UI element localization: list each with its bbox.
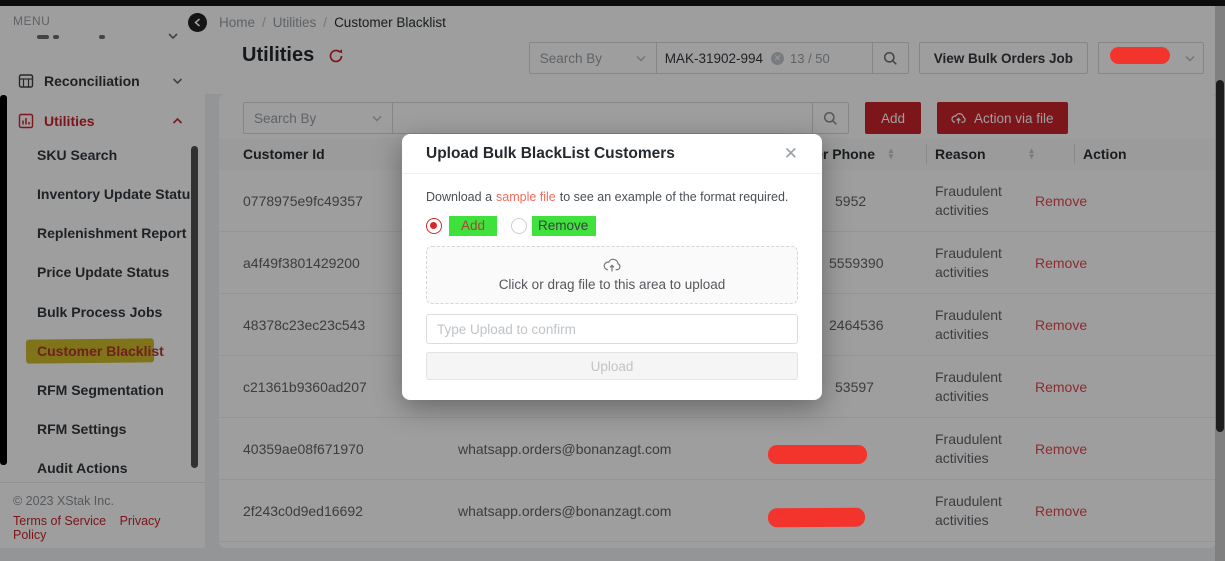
mode-radio-group: Add Remove bbox=[426, 216, 798, 236]
add-radio-label[interactable]: Add bbox=[449, 216, 497, 236]
modal-title: Upload Bulk BlackList Customers bbox=[426, 145, 675, 163]
dropzone-text: Click or drag file to this area to uploa… bbox=[499, 277, 726, 292]
screen-top-strip bbox=[0, 0, 1225, 6]
upload-cloud-icon bbox=[603, 258, 621, 273]
redaction-bar bbox=[1110, 47, 1170, 64]
redaction-bar bbox=[768, 508, 865, 528]
download-sample-text: Download asample fileto see an example o… bbox=[426, 190, 798, 204]
upload-bulk-blacklist-modal: Upload Bulk BlackList Customers ✕ Downlo… bbox=[402, 134, 822, 400]
sample-file-link[interactable]: sample file bbox=[496, 190, 556, 204]
upload-confirm-input[interactable] bbox=[426, 314, 798, 344]
app-root: MENU Reconciliation Utilities SKU Search… bbox=[0, 0, 1225, 561]
remove-radio-label[interactable]: Remove bbox=[532, 216, 596, 236]
redaction-bar bbox=[768, 445, 867, 464]
file-upload-dropzone[interactable]: Click or drag file to this area to uploa… bbox=[426, 246, 798, 304]
remove-radio[interactable] bbox=[511, 218, 527, 234]
add-radio[interactable] bbox=[426, 218, 442, 234]
close-icon[interactable]: ✕ bbox=[784, 145, 798, 162]
upload-button[interactable]: Upload bbox=[426, 352, 798, 380]
